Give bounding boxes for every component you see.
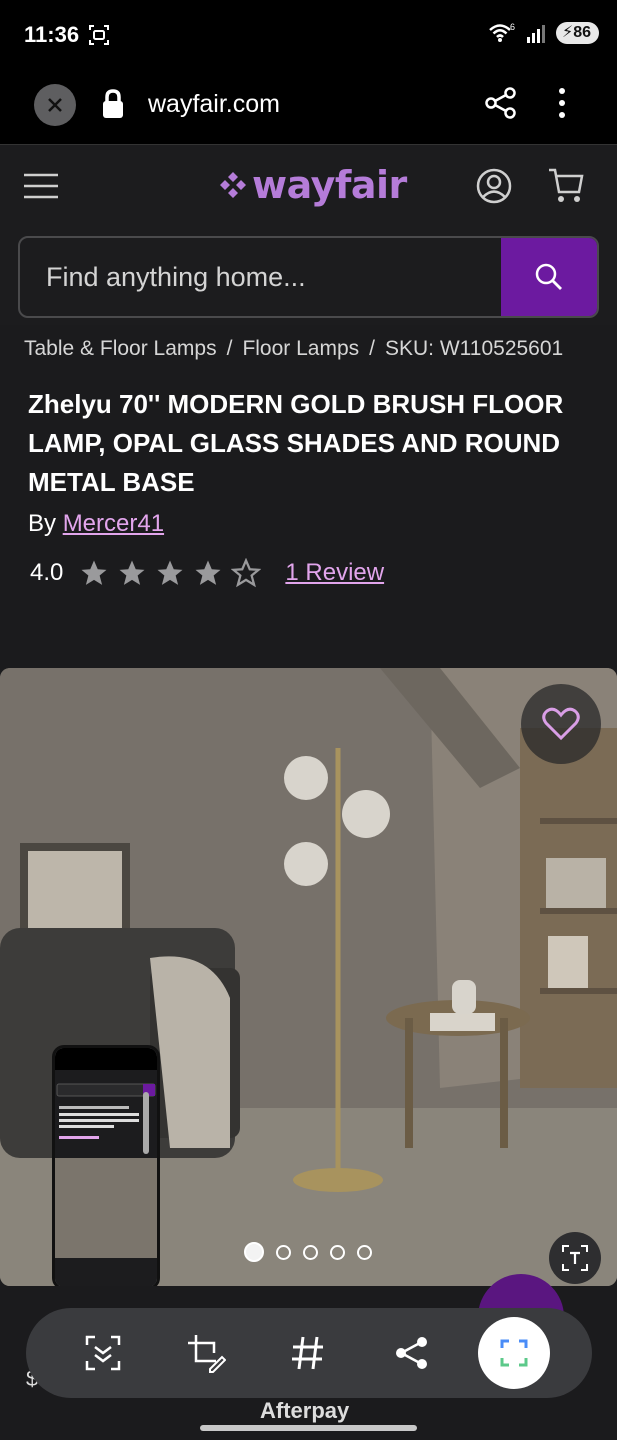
breadcrumb-separator: / [369, 337, 375, 360]
bottom-area: $3 Afterpay [0, 1274, 617, 1440]
status-icons: 6 ⚡86 [488, 22, 599, 44]
star-filled-icon [119, 560, 145, 585]
by-label: By [28, 510, 57, 537]
thumbnail-preview [55, 1048, 157, 1286]
smart-select-icon[interactable] [83, 1333, 123, 1373]
close-tab-button[interactable] [34, 84, 76, 126]
rating-row: 4.0 1 Review [30, 558, 384, 588]
wishlist-button[interactable] [521, 684, 601, 764]
battery-indicator: ⚡86 [555, 22, 599, 44]
search-input[interactable] [20, 238, 504, 316]
reviews-link[interactable]: 1 Review [285, 559, 384, 587]
hashtag-icon[interactable] [288, 1333, 328, 1373]
site-header: wayfair [0, 145, 617, 325]
carousel-dot-5[interactable] [357, 1244, 372, 1260]
wifi-badge: 6 [510, 22, 515, 32]
wayfair-logo[interactable]: wayfair [218, 161, 407, 209]
capture-scroll-button[interactable] [478, 1317, 550, 1389]
wifi-icon: 6 [489, 22, 515, 42]
lock-icon [103, 89, 123, 118]
carousel-dots [244, 1242, 372, 1262]
search-icon [535, 263, 562, 290]
text-scan-button[interactable] [549, 1232, 601, 1284]
star-empty-icon [231, 558, 262, 588]
carousel-dot-1[interactable] [244, 1242, 264, 1262]
signal-icon [526, 25, 545, 43]
gesture-nav-bar[interactable] [200, 1425, 417, 1431]
star-filled-icon [81, 560, 107, 585]
battery-level: 86 [573, 24, 591, 41]
rating-value: 4.0 [30, 559, 64, 586]
breadcrumb: Table & Floor Lamps / Floor Lamps / SKU: W11… [24, 337, 563, 361]
breadcrumb-item-floor-lamps[interactable]: Floor Lamps [242, 337, 359, 360]
screenshot-toolbar [26, 1308, 592, 1398]
product-image-carousel[interactable] [0, 668, 617, 1286]
carousel-dot-2[interactable] [276, 1244, 291, 1260]
url-bar[interactable]: wayfair.com [148, 90, 280, 119]
breadcrumb-separator: / [226, 337, 233, 360]
carousel-dot-3[interactable] [303, 1244, 318, 1260]
crop-edit-icon[interactable] [186, 1333, 226, 1373]
text-scan-icon [562, 1245, 588, 1271]
share-screenshot-icon[interactable] [392, 1333, 432, 1373]
status-bar: 11:36 6 ⚡86 [0, 0, 617, 70]
search-button[interactable] [501, 238, 597, 316]
carousel-dot-4[interactable] [330, 1244, 345, 1260]
brand-link[interactable]: Mercer41 [63, 510, 164, 537]
account-icon[interactable] [475, 167, 513, 205]
status-time: 11:36 [24, 22, 80, 47]
browser-toolbar: wayfair.com [0, 70, 617, 145]
screenshot-thumbnail[interactable] [52, 1045, 160, 1286]
close-icon [48, 98, 62, 112]
breadcrumb-item-sku: SKU: W110525601 [385, 337, 564, 360]
by-line: By Mercer41 [28, 510, 164, 538]
screen-record-icon [89, 25, 109, 45]
afterpay-label-partial: Afterpay [260, 1398, 350, 1423]
breadcrumb-item-table-floor-lamps[interactable]: Table & Floor Lamps [24, 337, 217, 360]
star-filled-icon [195, 560, 221, 585]
menu-icon[interactable] [22, 171, 60, 201]
heart-icon [542, 707, 580, 741]
product-title: Zhelyu 70'' MODERN GOLD BRUSH FLOOR LAMP… [28, 389, 564, 497]
share-icon[interactable] [484, 86, 518, 120]
expand-capture-icon [500, 1339, 528, 1367]
cart-icon[interactable] [546, 165, 586, 205]
search-box [18, 236, 599, 318]
more-options-icon[interactable] [548, 86, 576, 120]
star-filled-icon [157, 560, 183, 585]
logo-text: wayfair [252, 163, 407, 207]
logo-mark-icon [220, 172, 246, 198]
